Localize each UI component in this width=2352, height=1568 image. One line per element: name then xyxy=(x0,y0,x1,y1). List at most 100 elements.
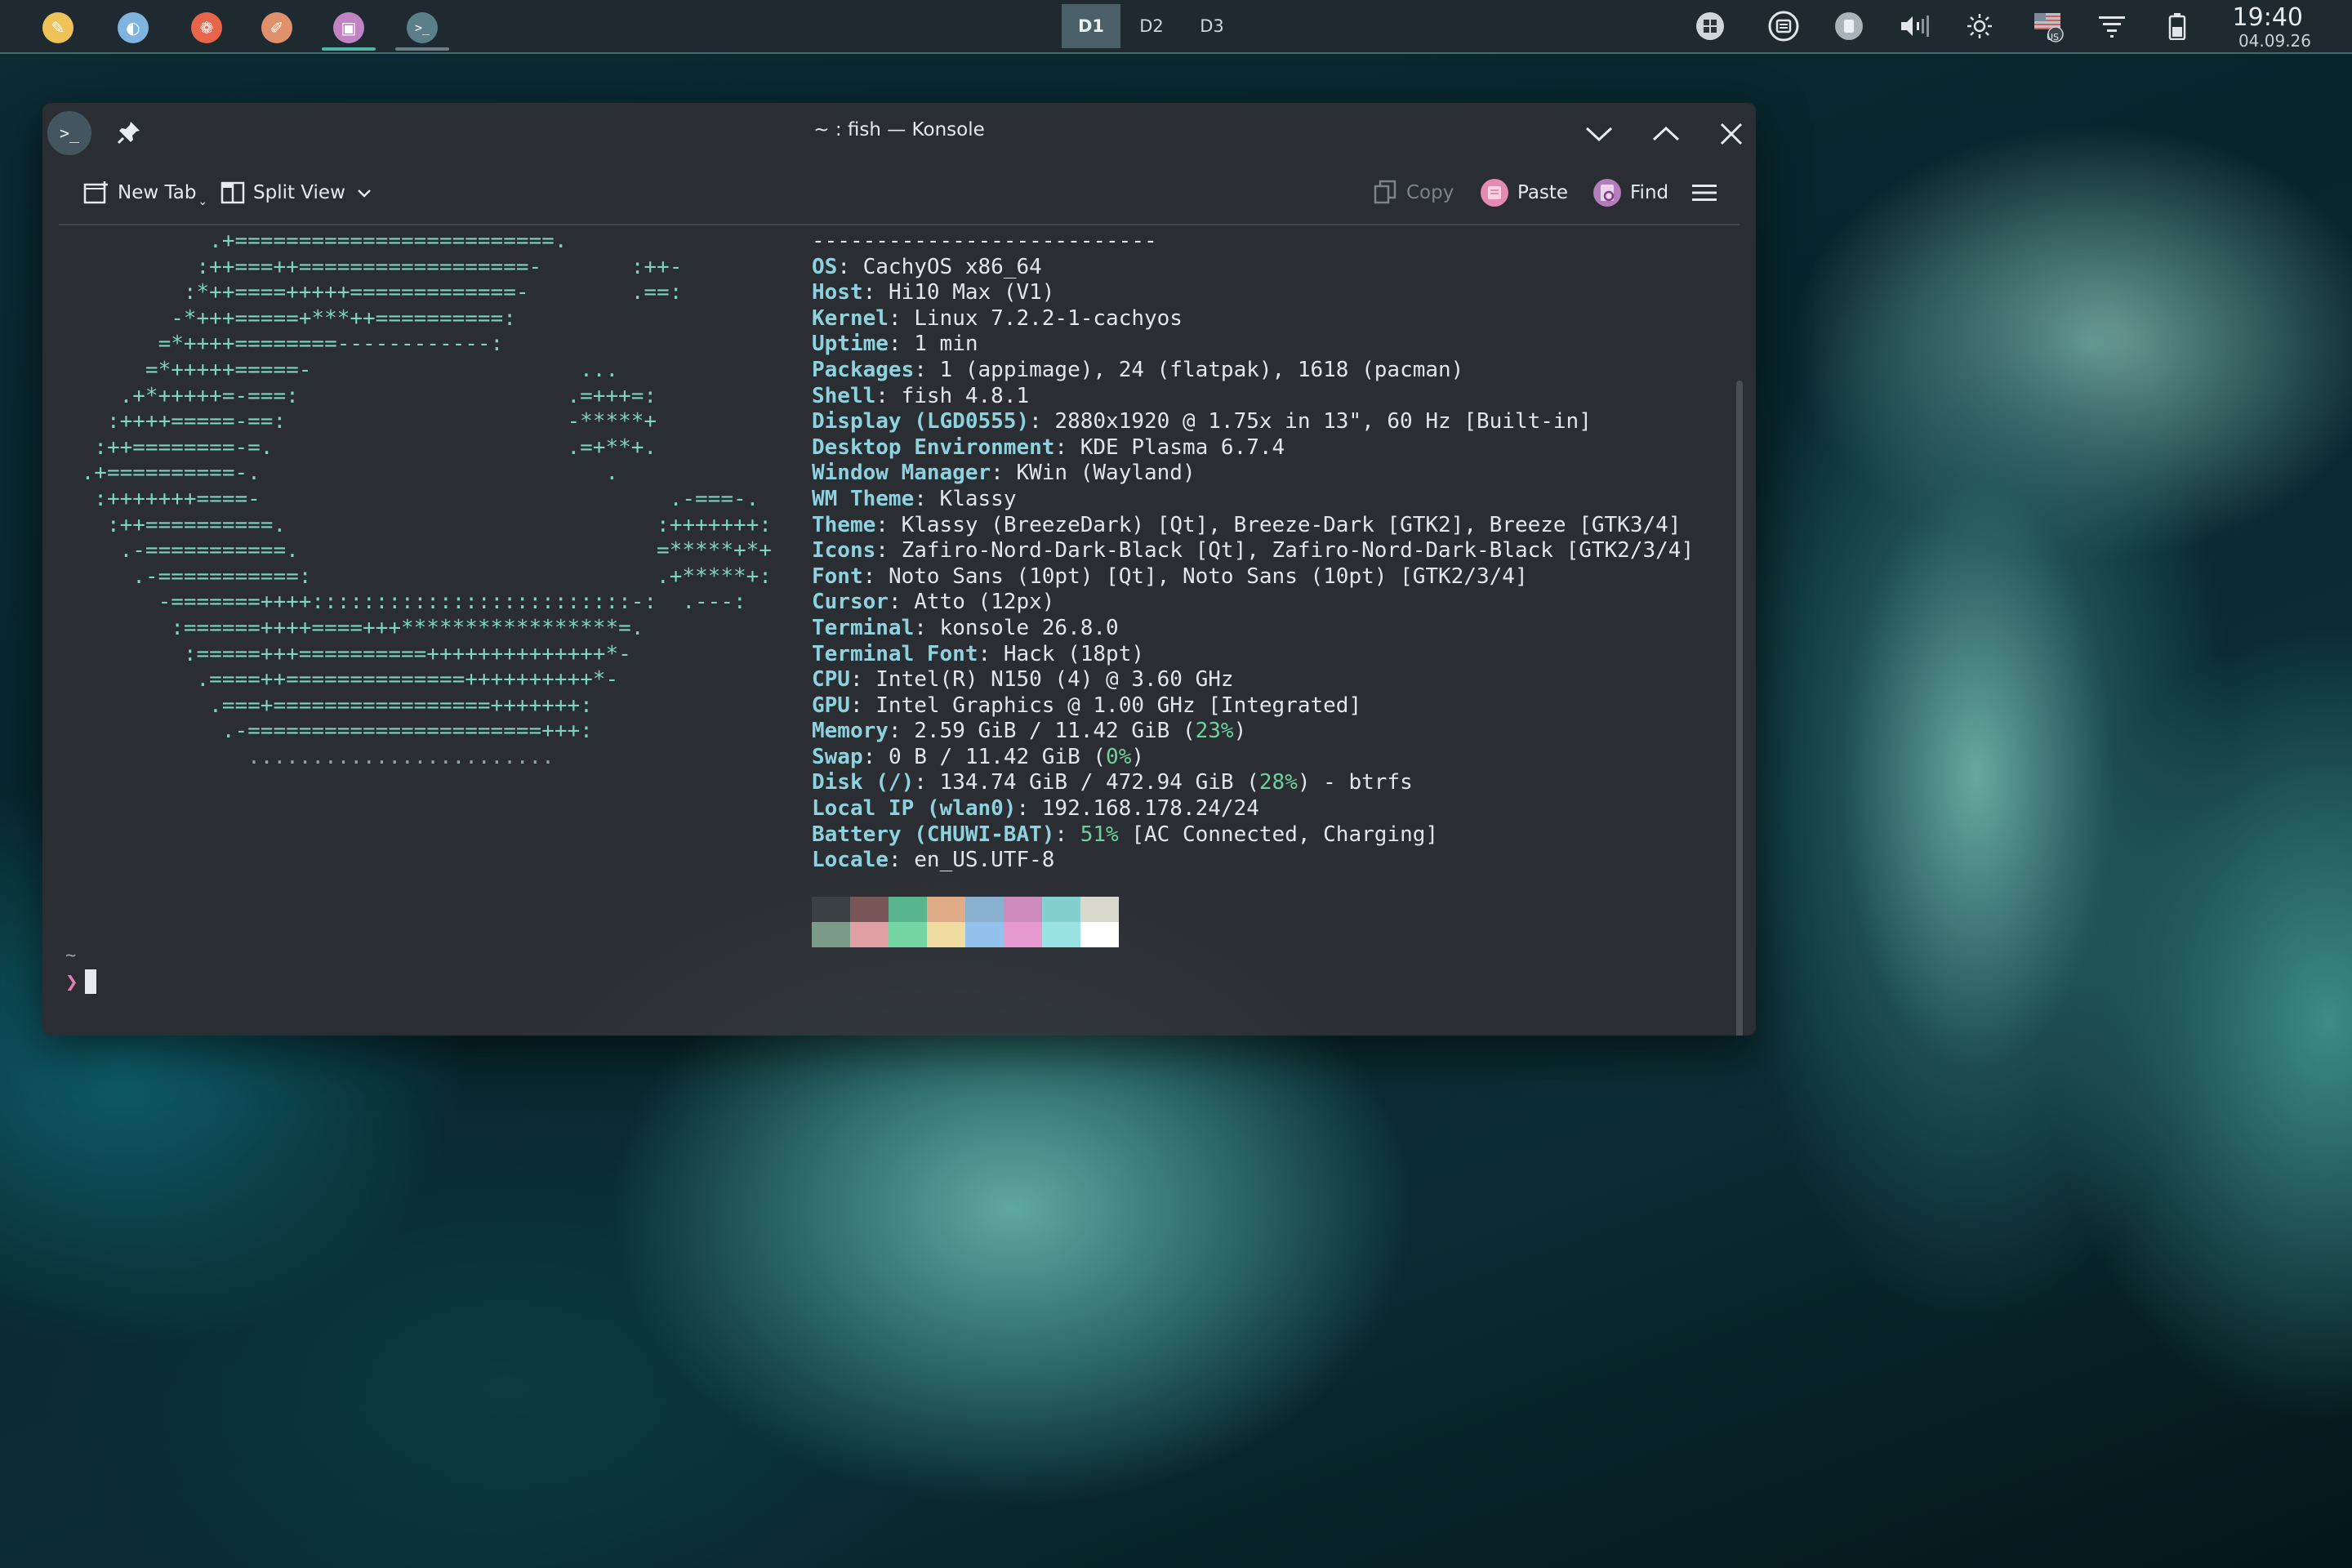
info-value: 192.168.178.24/24 xyxy=(1041,796,1259,822)
info-key: Cursor xyxy=(812,590,889,615)
info-value-suffix: ) - btrfs xyxy=(1297,770,1413,795)
info-value: Intel Graphics @ 1.00 GHz [Integrated] xyxy=(875,693,1362,718)
info-value: en_US.UTF-8 xyxy=(914,848,1055,873)
palette-swatch xyxy=(812,922,850,947)
system-info: --------------------------- OS: CachyOS … xyxy=(812,229,1695,873)
palette-swatch xyxy=(812,897,850,922)
minimize-button[interactable] xyxy=(1578,113,1620,155)
desktop-switch-d2[interactable]: D2 xyxy=(1122,4,1181,48)
task-konsole[interactable]: >_ xyxy=(390,5,454,51)
paste-button[interactable]: Paste xyxy=(1480,175,1568,211)
task-firefox[interactable]: ❁ xyxy=(175,5,238,51)
logo-line: :++========-=. .=+**+. xyxy=(69,434,657,460)
network-icon[interactable] xyxy=(2094,10,2130,42)
info-key: GPU xyxy=(812,693,850,718)
browser-icon: ◐ xyxy=(118,12,149,43)
copy-button[interactable]: Copy xyxy=(1374,175,1454,211)
info-key: Local IP (wlan0) xyxy=(812,796,1017,822)
palette-swatch xyxy=(927,922,965,947)
info-value: konsole 26.8.0 xyxy=(939,615,1119,640)
info-key: Terminal xyxy=(812,615,915,640)
find-icon xyxy=(1592,178,1622,207)
info-value-suffix: [AC Connected, Charging] xyxy=(1118,822,1439,847)
brightness-icon[interactable] xyxy=(1962,10,1998,42)
desktop-switch-d3[interactable]: D3 xyxy=(1183,4,1241,48)
paste-icon xyxy=(1480,178,1509,207)
battery-icon[interactable] xyxy=(2159,10,2195,42)
maximize-button[interactable] xyxy=(1645,113,1687,155)
info-value: Klassy (BreezeDark) [Qt], Breeze-Dark [G… xyxy=(901,512,1682,537)
info-key: Swap xyxy=(812,744,863,769)
info-key: Locale xyxy=(812,848,889,873)
printer-icon[interactable] xyxy=(1766,10,1802,42)
logo-line: =*+++++=====- ... xyxy=(69,357,619,382)
hamburger-menu-button[interactable] xyxy=(1692,175,1717,211)
logo-line: .-===========: .+*****+: xyxy=(69,564,772,589)
prompt-directory: ~ xyxy=(65,946,77,966)
app-grid-icon[interactable] xyxy=(1692,10,1728,42)
info-key: Display (LGD0555) xyxy=(812,409,1030,434)
palette-swatch xyxy=(1004,897,1042,922)
konsole-window: >_ ~ : fish — Konsole New Tab ⌄ Split Vi… xyxy=(42,103,1756,1036)
chevron-down-icon xyxy=(357,182,372,203)
info-value: Noto Sans (10pt) [Qt], Noto Sans (10pt) … xyxy=(888,564,1528,589)
split-view-button[interactable]: Split View xyxy=(220,175,372,211)
palette-row xyxy=(812,897,1120,922)
logo-line: .+*+++++=-===: .=+++=: xyxy=(69,383,657,408)
logo-line: :======++++====+++*****************=. xyxy=(69,615,644,640)
logo-line: .-=======================+++: xyxy=(69,719,593,744)
clock-date[interactable]: 04.09.26 xyxy=(2238,31,2311,51)
desktop-switch-d1[interactable]: D1 xyxy=(1062,4,1120,48)
info-value: KDE Plasma 6.7.4 xyxy=(1080,434,1285,460)
close-button[interactable] xyxy=(1710,113,1753,155)
info-percent: 51% xyxy=(1080,822,1119,847)
clipboard-icon[interactable] xyxy=(1831,10,1867,42)
palette-swatch xyxy=(889,922,927,947)
logo-line: -=======++++:::::::::::::::::::::::::-: … xyxy=(69,590,746,615)
info-value: KWin (Wayland) xyxy=(1016,461,1196,486)
clock-time[interactable]: 19:40 xyxy=(2233,3,2303,32)
palette-swatch xyxy=(1080,922,1119,947)
task-notes[interactable]: ✐ xyxy=(245,5,309,51)
info-key: WM Theme xyxy=(812,486,915,511)
info-key: Kernel xyxy=(812,305,889,331)
palette-swatch xyxy=(1004,922,1042,947)
find-label: Find xyxy=(1630,182,1669,203)
window-titlebar[interactable]: >_ ~ : fish — Konsole xyxy=(42,103,1756,162)
info-percent: 28% xyxy=(1258,770,1298,795)
new-tab-button[interactable]: New Tab ⌄ xyxy=(83,175,207,211)
task-browser[interactable]: ◐ xyxy=(101,5,165,51)
system-monitor-icon: ▣ xyxy=(333,12,364,43)
find-button[interactable]: Find xyxy=(1592,175,1668,211)
logo-line: :++===++==================- :++- xyxy=(69,254,683,279)
info-value: Klassy xyxy=(939,486,1017,511)
keyboard-layout-icon[interactable]: US xyxy=(2029,10,2069,42)
info-value: fish 4.8.1 xyxy=(901,383,1030,408)
info-percent: 23% xyxy=(1195,719,1234,744)
logo-line: .====++==============++++++++++*- xyxy=(69,667,619,693)
new-tab-label: New Tab xyxy=(118,182,197,203)
logo-line: .===+=================+++++++: xyxy=(69,693,593,718)
konsole-icon: >_ xyxy=(407,12,438,43)
hamburger-menu-icon xyxy=(1692,185,1717,201)
info-key: Packages xyxy=(812,357,915,382)
info-value: 134.74 GiB / 472.94 GiB ( xyxy=(939,770,1259,795)
info-key: Desktop Environment xyxy=(812,434,1055,460)
shell-prompt[interactable]: ~ ❯ xyxy=(65,942,96,996)
terminal-scrollbar[interactable] xyxy=(1736,381,1743,1036)
info-key: Uptime xyxy=(812,332,889,357)
info-value: 1 min xyxy=(914,332,978,357)
palette-row xyxy=(812,922,1120,947)
palette-swatch xyxy=(927,897,965,922)
task-app-launcher[interactable]: ✎ xyxy=(26,5,90,51)
logo-line: -*+++=====+***++==========: xyxy=(69,305,516,331)
info-key: Host xyxy=(812,280,863,305)
new-tab-icon xyxy=(83,180,109,206)
volume-icon[interactable] xyxy=(1896,10,1932,42)
info-value: Linux 7.2.2-1-cachyos xyxy=(914,305,1183,331)
konsole-toolbar: New Tab ⌄ Split View Copy Paste Find xyxy=(42,162,1756,224)
info-key: Battery (CHUWI-BAT) xyxy=(812,822,1055,847)
terminal-view[interactable]: .+=========================. :++===++===… xyxy=(42,225,1756,1036)
logo-line: .+=========================. xyxy=(69,229,568,253)
task-system-monitor[interactable]: ▣ xyxy=(317,5,381,51)
